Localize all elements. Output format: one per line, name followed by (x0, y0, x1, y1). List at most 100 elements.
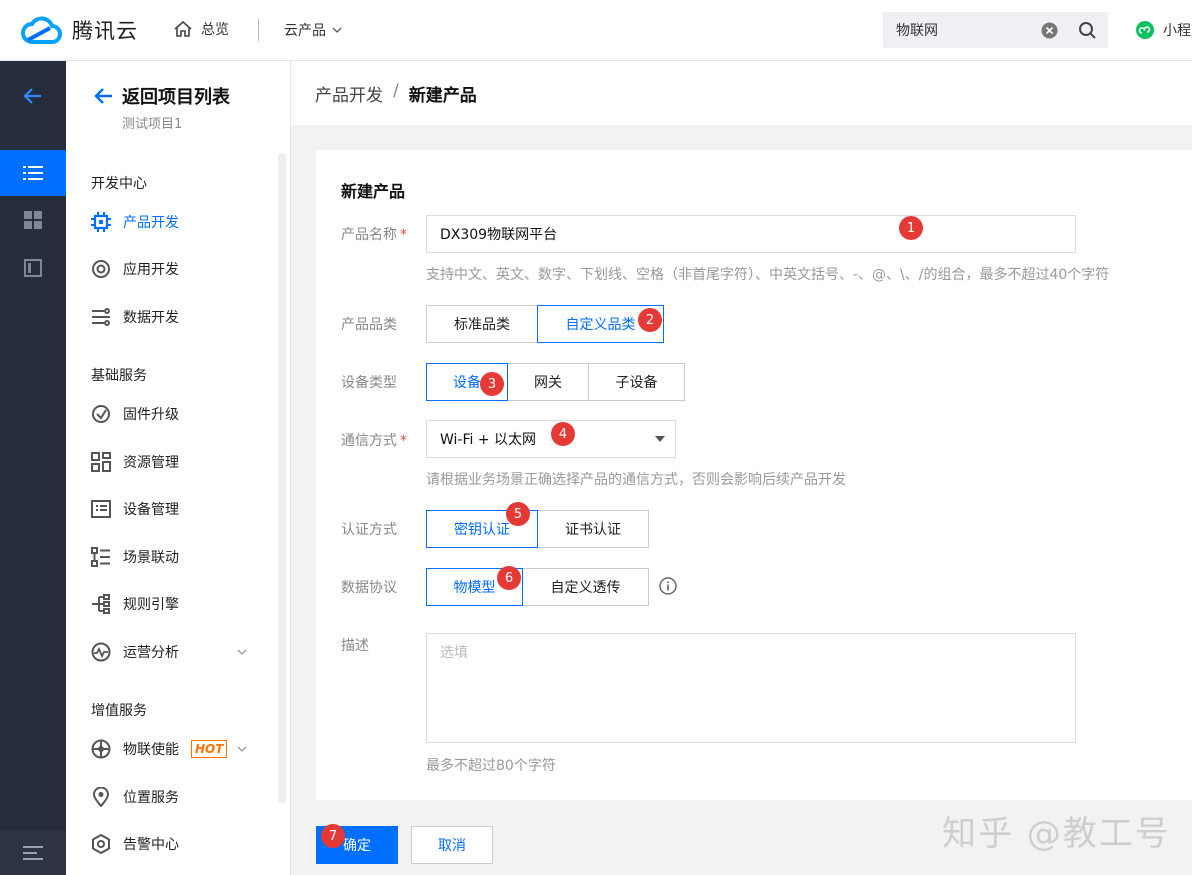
chevron-down-icon (332, 27, 342, 33)
auth-cert[interactable]: 证书认证 (537, 510, 649, 548)
sidebar-item-app-dev[interactable]: 应用开发 (91, 258, 179, 280)
mini-program-entry[interactable]: 小程 (1135, 20, 1191, 40)
rail-collapse[interactable] (0, 831, 66, 875)
chevron-down-icon[interactable] (237, 746, 247, 752)
sidebar-item-label: 应用开发 (123, 262, 179, 278)
info-icon[interactable] (659, 577, 677, 595)
sidebar-item-product-dev[interactable]: 产品开发 (91, 211, 179, 233)
sidebar-item-label: 场景联动 (123, 550, 179, 566)
breadcrumb: 产品开发 / 新建产品 (315, 81, 477, 106)
device-type-label: 设备类型 (341, 375, 397, 391)
top-bar: 腾讯云 总览 云产品 小程 (0, 0, 1192, 61)
sidebar-item-analytics[interactable]: 运营分析 (91, 641, 179, 663)
location-icon (92, 787, 110, 807)
annotation-badge-5: 5 (506, 502, 530, 526)
brand-name: 腾讯云 (72, 19, 138, 43)
sidebar-item-label: 数据开发 (123, 310, 179, 326)
sidebar-item-location[interactable]: 位置服务 (91, 786, 179, 808)
device-list-icon (91, 500, 111, 518)
annotation-badge-2: 2 (638, 308, 662, 332)
auth-segment: 密钥认证 证书认证 (426, 510, 649, 548)
menu-collapse-icon (23, 846, 43, 860)
chip-icon (91, 212, 111, 232)
rail-list[interactable] (0, 150, 66, 196)
device-type-gateway[interactable]: 网关 (507, 363, 589, 401)
resource-icon (91, 452, 111, 472)
comm-select[interactable]: Wi-Fi + 以太网 (426, 420, 676, 458)
grid-icon (24, 211, 42, 229)
nav-cloud-products-label: 云产品 (284, 23, 326, 39)
rule-engine-icon (92, 594, 110, 614)
sidebar-item-iot-enable[interactable]: 物联使能 HOT (91, 738, 228, 760)
sidebar-item-resource[interactable]: 资源管理 (91, 451, 179, 473)
chevron-down-icon[interactable] (237, 649, 247, 655)
sidebar-item-firmware[interactable]: 固件升级 (91, 403, 179, 425)
nav-divider (258, 19, 259, 41)
search-input[interactable] (896, 22, 1036, 38)
product-name-hint: 支持中文、英文、数字、下划线、空格（非首尾字符）、中英文括号、-、@、\、/的组… (426, 267, 1110, 283)
sidebar-item-label: 固件升级 (123, 407, 179, 423)
cancel-button[interactable]: 取消 (411, 826, 493, 864)
nav-cloud-products[interactable]: 云产品 (284, 20, 342, 40)
nav-overview[interactable]: 总览 (173, 19, 229, 39)
back-label: 返回项目列表 (122, 87, 230, 108)
project-name: 测试项目1 (122, 117, 183, 132)
sidebar-item-label: 产品开发 (123, 215, 179, 231)
category-standard[interactable]: 标准品类 (426, 305, 538, 343)
app-dev-icon (92, 260, 110, 278)
breadcrumb-parent[interactable]: 产品开发 (315, 81, 383, 106)
rail-back[interactable] (0, 73, 66, 119)
global-search (883, 12, 1108, 48)
sidebar-item-device[interactable]: 设备管理 (91, 498, 179, 520)
product-name-input[interactable] (426, 215, 1076, 253)
protocol-custom-passthrough[interactable]: 自定义透传 (522, 568, 649, 606)
analytics-icon (91, 642, 111, 662)
firmware-icon (92, 405, 110, 423)
scene-icon (91, 547, 110, 567)
sidebar-item-label: 资源管理 (123, 455, 179, 471)
list-icon (23, 166, 43, 180)
protocol-segment: 物模型 自定义透传 (426, 568, 649, 606)
search-icon[interactable] (1078, 21, 1097, 40)
description-hint: 最多不超过80个字符 (426, 758, 556, 774)
description-textarea[interactable] (426, 633, 1076, 743)
nav-overview-label: 总览 (201, 22, 229, 38)
enable-icon (91, 739, 111, 759)
mini-program-label: 小程 (1163, 23, 1191, 39)
description-label: 描述 (341, 638, 369, 654)
alarm-icon (92, 834, 110, 854)
group-title-dev-center: 开发中心 (91, 176, 147, 192)
breadcrumb-bar: 产品开发 / 新建产品 (291, 61, 1192, 125)
sidebar-item-data-dev[interactable]: 数据开发 (91, 306, 179, 328)
comm-select-value: Wi-Fi + 以太网 (440, 432, 537, 448)
comm-label: 通信方式 * (341, 433, 407, 449)
sidebar-item-label: 设备管理 (123, 502, 179, 518)
brand-logo[interactable]: 腾讯云 (20, 14, 138, 46)
breadcrumb-separator: / (393, 81, 399, 101)
back-to-project-list[interactable]: 返回项目列表 (94, 83, 230, 109)
annotation-badge-1: 1 (899, 216, 923, 240)
clear-icon[interactable] (1041, 22, 1058, 39)
annotation-badge-4: 4 (551, 422, 575, 446)
group-title-value-added: 增值服务 (91, 703, 147, 719)
category-segment: 标准品类 自定义品类 (426, 305, 664, 343)
product-name-label: 产品名称 * (341, 227, 407, 243)
annotation-badge-7: 7 (321, 824, 345, 848)
breadcrumb-current: 新建产品 (408, 86, 477, 106)
category-label: 产品品类 (341, 317, 397, 333)
sidebar-item-label: 运营分析 (123, 645, 179, 661)
device-type-subdevice[interactable]: 子设备 (588, 363, 685, 401)
cloud-logo-icon (21, 16, 62, 44)
group-title-basic-services: 基础服务 (91, 368, 147, 384)
panel-icon (24, 259, 42, 277)
sidebar-item-alarm[interactable]: 告警中心 (91, 833, 179, 855)
rail-panel[interactable] (0, 245, 66, 291)
protocol-label: 数据协议 (341, 580, 397, 596)
sidebar-scrollbar[interactable] (278, 153, 286, 803)
rail-grid[interactable] (0, 197, 66, 243)
watermark: 知乎 @教工号 (942, 814, 1171, 854)
home-icon (174, 20, 192, 37)
sidebar-item-rule-engine[interactable]: 规则引擎 (91, 593, 179, 615)
sidebar-item-label: 规则引擎 (123, 597, 179, 613)
sidebar-item-scene[interactable]: 场景联动 (91, 546, 179, 568)
